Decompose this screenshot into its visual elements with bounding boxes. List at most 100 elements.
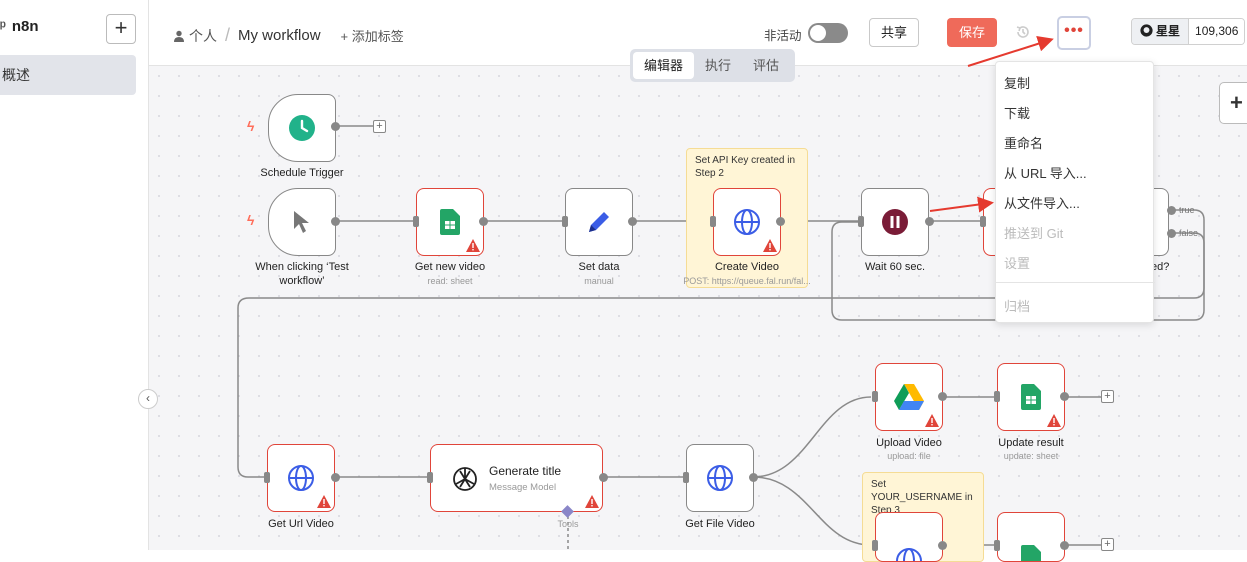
trigger-bolt-icon: ϟ [247,212,255,228]
menu-item-download[interactable]: 下载 [1004,103,1030,122]
input-port[interactable] [413,216,419,227]
add-node-icon[interactable]: + [1101,390,1114,403]
output-port[interactable] [1060,392,1069,401]
more-options-button[interactable]: ••• [1057,16,1091,50]
node-wait[interactable] [861,188,929,256]
input-port[interactable] [872,391,878,402]
breadcrumb: 个人 / My workflow + 添加标签 [173,25,404,46]
clock-icon [269,95,335,161]
node-manual-trigger[interactable] [268,188,336,256]
node-get-url-video[interactable] [267,444,335,512]
output-port[interactable] [331,122,340,131]
warning-icon [925,414,939,427]
input-port[interactable] [710,216,716,227]
share-button[interactable]: 共享 [869,18,919,47]
app-logo[interactable]: ᵖ n8n [0,18,39,35]
logo-icon: ᵖ [0,18,6,35]
input-port[interactable] [858,216,864,227]
node-label: ed? [1151,261,1170,273]
node-label: When clicking ‘Test workflow’ [255,261,349,287]
menu-item-archive: 归档 [1004,299,1031,314]
menu-item-rename[interactable]: 重命名 [1004,133,1043,152]
breadcrumb-separator: / [225,25,231,45]
toggle-knob [810,25,826,41]
output-port[interactable] [938,541,947,550]
node-label: Get new video [414,261,486,273]
input-port[interactable] [264,472,270,483]
false-output-port[interactable] [1167,229,1176,238]
output-port[interactable] [925,217,934,226]
openai-icon [453,467,477,491]
pause-icon [862,189,928,255]
output-port[interactable] [1060,541,1069,550]
node-subtitle: update: sheet [1003,451,1059,461]
breadcrumb-project[interactable]: 个人 [189,26,217,46]
node-get-new-video[interactable] [416,188,484,256]
input-port[interactable] [427,472,433,483]
sidebar-item-overview[interactable]: 概述 [0,55,136,95]
github-star-label: 星星 [1156,24,1181,38]
user-icon [174,30,184,42]
input-port[interactable] [562,216,568,227]
node-generate-title[interactable]: Generate title Message Model [430,444,603,512]
output-port[interactable] [938,392,947,401]
node-sheet-partial[interactable] [997,512,1065,562]
menu-item-import-file[interactable]: 从文件导入... [1004,193,1080,212]
pencil-icon [566,189,632,255]
node-create-video[interactable] [713,188,781,256]
warning-icon [466,239,480,252]
tab-evaluations[interactable]: 评估 [742,52,790,79]
menu-item-duplicate[interactable]: 复制 [1004,73,1030,92]
history-icon[interactable] [1015,24,1031,45]
node-set-data[interactable] [565,188,633,256]
tools-label: Tools [557,519,579,529]
workflow-name[interactable]: My workflow [238,27,321,44]
tab-editor[interactable]: 编辑器 [633,52,695,79]
input-port[interactable] [980,216,986,227]
output-port[interactable] [776,217,785,226]
true-output-port[interactable] [1167,206,1176,215]
collapse-sidebar-icon[interactable]: ‹ [138,389,158,409]
node-upload-video[interactable] [875,363,943,431]
trigger-bolt-icon: ϟ [247,118,255,134]
add-tag-button[interactable]: + 添加标签 [341,26,404,45]
active-toggle[interactable] [808,23,848,43]
output-port[interactable] [331,473,340,482]
github-star-button[interactable]: 星星 [1132,19,1190,44]
output-port[interactable] [749,473,758,482]
node-schedule-trigger[interactable] [268,94,336,162]
node-subtitle: read: sheet [427,276,473,286]
menu-item-push-git: 推送到 Git [1004,226,1064,241]
globe-icon [687,445,753,511]
input-port[interactable] [994,540,1000,551]
node-get-file-video[interactable] [686,444,754,512]
node-subtitle: manual [584,276,614,286]
sidebar-add-button[interactable]: + [106,14,136,44]
add-node-icon[interactable]: + [1101,538,1114,551]
menu-item-settings: 设置 [1004,256,1031,271]
output-port[interactable] [628,217,637,226]
github-star-widget[interactable]: 星星 109,306 [1131,18,1246,45]
add-node-panel-button[interactable]: + [1219,82,1247,124]
logo-text: n8n [11,18,39,35]
output-port[interactable] [331,217,340,226]
node-subtitle: POST: https://queue.fal.run/fal... [683,276,811,286]
output-port[interactable] [599,473,608,482]
if-false-label: false [1179,228,1199,238]
node-upload-partial[interactable] [875,512,943,562]
node-update-result[interactable] [997,363,1065,431]
more-options-menu: 复制 下载 重命名 从 URL 导入... 从文件导入... 推送到 Git 设… [995,61,1155,323]
warning-icon [1047,414,1061,427]
node-label: Upload Video [876,437,942,449]
input-port[interactable] [683,472,689,483]
node-label: Get Url Video [268,518,334,530]
input-port[interactable] [872,540,878,551]
node-subtitle: Message Model [489,482,557,493]
tab-executions[interactable]: 执行 [694,52,742,79]
add-node-icon[interactable]: + [373,120,386,133]
menu-item-import-url[interactable]: 从 URL 导入... [1004,163,1087,182]
node-label: Update result [998,437,1064,449]
output-port[interactable] [479,217,488,226]
save-button[interactable]: 保存 [947,18,997,47]
input-port[interactable] [994,391,1000,402]
